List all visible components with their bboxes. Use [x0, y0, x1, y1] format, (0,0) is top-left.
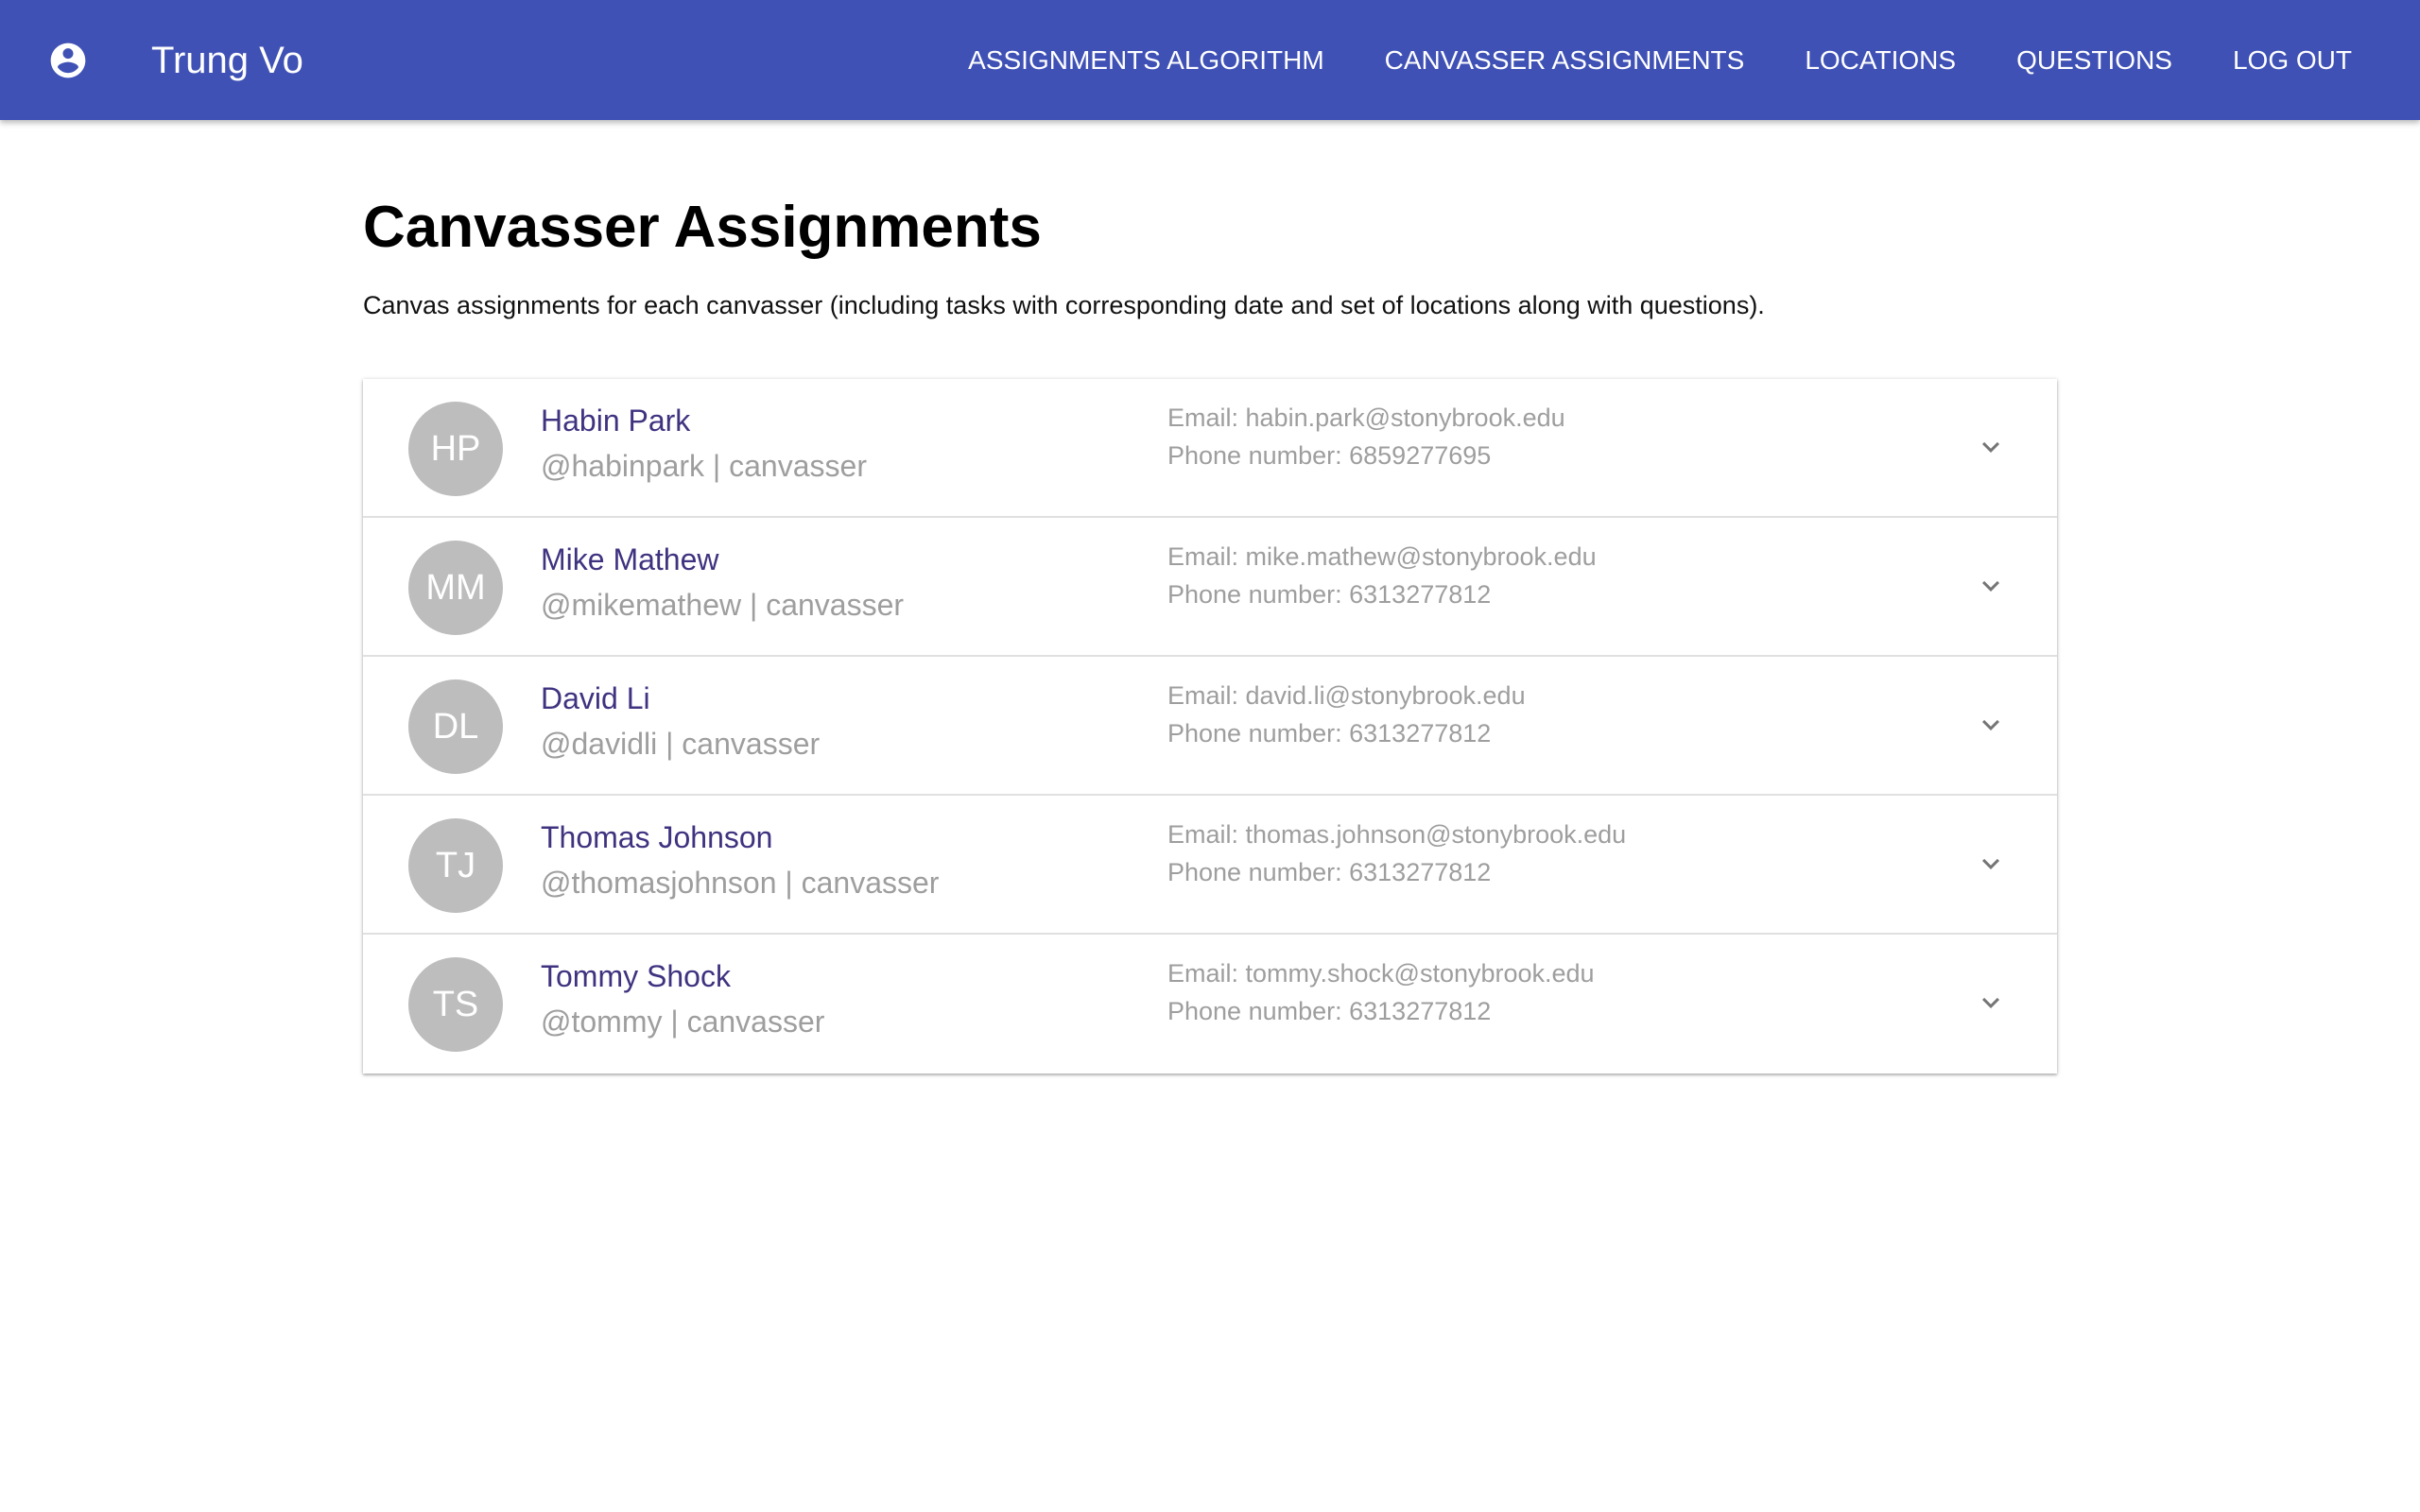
canvasser-name: David Li [541, 681, 650, 715]
canvasser-panel[interactable]: HP Habin Park @habinpark | canvasser Ema… [363, 379, 2057, 518]
top-nav: ASSIGNMENTS ALGORITHM CANVASSER ASSIGNME… [938, 34, 2382, 87]
page-description: Canvas assignments for each canvasser (i… [363, 291, 1765, 319]
avatar: DL [408, 679, 503, 774]
canvasser-name: Tommy Shock [541, 959, 731, 993]
canvasser-phone: Phone number: 6313277812 [1167, 719, 1492, 747]
nav-questions[interactable]: QUESTIONS [1986, 36, 2203, 85]
canvasser-phone: Phone number: 6859277695 [1167, 441, 1492, 470]
avatar: HP [408, 402, 503, 496]
nav-assignments-algorithm[interactable]: ASSIGNMENTS ALGORITHM [938, 36, 1355, 85]
canvasser-email: Email: mike.mathew@stonybrook.edu [1167, 542, 1597, 571]
canvasser-handle: @tommy | canvasser [541, 1005, 825, 1039]
nav-log-out[interactable]: LOG OUT [2203, 36, 2382, 85]
canvasser-panel[interactable]: TJ Thomas Johnson @thomasjohnson | canva… [363, 796, 2057, 935]
app-bar: Trung Vo ASSIGNMENTS ALGORITHM CANVASSER… [0, 0, 2420, 120]
main-content: Canvasser Assignments Canvas assignments… [363, 120, 2057, 1074]
canvasser-name: Mike Mathew [541, 542, 719, 576]
canvasser-handle: @mikemathew | canvasser [541, 588, 905, 622]
canvasser-handle: @davidli | canvasser [541, 727, 821, 761]
canvasser-phone: Phone number: 6313277812 [1167, 997, 1492, 1025]
chevron-down-icon[interactable] [1970, 843, 2012, 885]
account-circle-icon [50, 43, 86, 78]
user-name: Trung Vo [151, 40, 303, 81]
canvasser-panel[interactable]: TS Tommy Shock @tommy | canvasser Email:… [363, 935, 2057, 1074]
chevron-down-icon[interactable] [1970, 426, 2012, 468]
canvasser-phone: Phone number: 6313277812 [1167, 580, 1492, 609]
canvasser-name: Thomas Johnson [541, 820, 773, 854]
chevron-down-icon[interactable] [1970, 982, 2012, 1023]
avatar: MM [408, 541, 503, 635]
avatar: TJ [408, 818, 503, 913]
canvasser-list: HP Habin Park @habinpark | canvasser Ema… [363, 379, 2057, 1074]
nav-locations[interactable]: LOCATIONS [1774, 36, 1986, 85]
canvasser-panel[interactable]: DL David Li @davidli | canvasser Email: … [363, 657, 2057, 796]
canvasser-name: Habin Park [541, 404, 691, 438]
canvasser-email: Email: tommy.shock@stonybrook.edu [1167, 959, 1595, 988]
canvasser-phone: Phone number: 6313277812 [1167, 858, 1492, 886]
canvasser-handle: @thomasjohnson | canvasser [541, 866, 940, 900]
account-button[interactable] [42, 34, 95, 87]
canvasser-email: Email: habin.park@stonybrook.edu [1167, 404, 1565, 432]
chevron-down-icon[interactable] [1970, 565, 2012, 607]
canvasser-email: Email: thomas.johnson@stonybrook.edu [1167, 820, 1627, 849]
canvasser-email: Email: david.li@stonybrook.edu [1167, 681, 1526, 710]
nav-canvasser-assignments[interactable]: CANVASSER ASSIGNMENTS [1355, 36, 1775, 85]
canvasser-handle: @habinpark | canvasser [541, 449, 867, 483]
avatar: TS [408, 957, 503, 1052]
chevron-down-icon[interactable] [1970, 704, 2012, 746]
page-title: Canvasser Assignments [363, 195, 1042, 260]
canvasser-panel[interactable]: MM Mike Mathew @mikemathew | canvasser E… [363, 518, 2057, 657]
